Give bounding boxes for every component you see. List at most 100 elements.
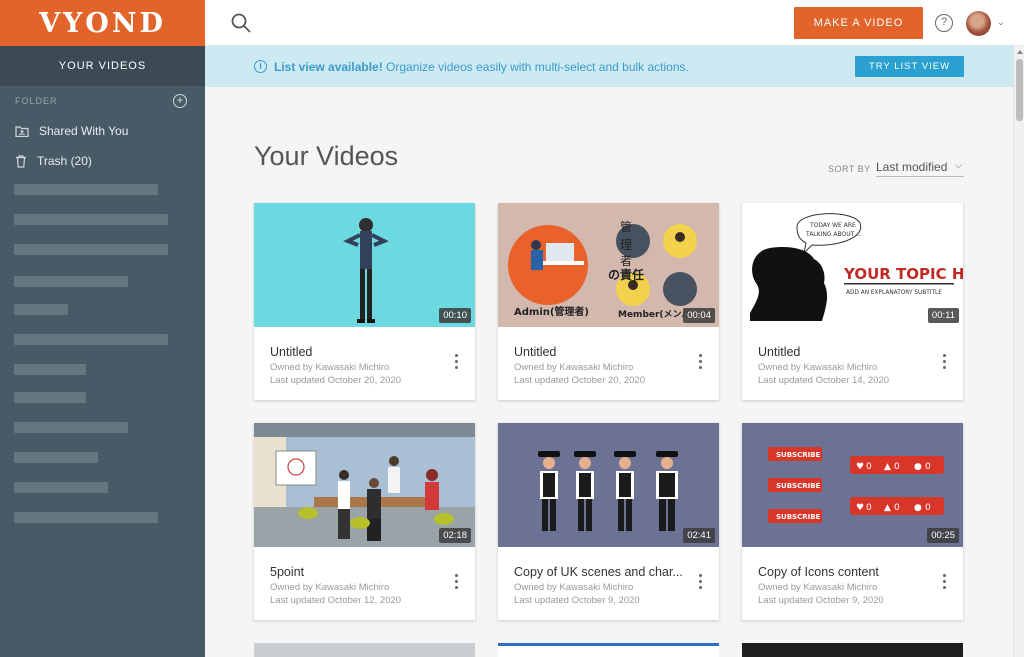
redacted-folder[interactable] (14, 334, 168, 345)
video-card-partial[interactable] (742, 643, 963, 657)
redacted-folder[interactable] (14, 304, 68, 315)
video-card[interactable]: 00:10 Untitled Owned by Kawasaki Michiro… (254, 203, 475, 400)
scroll-up-arrow-icon[interactable] (1017, 50, 1023, 54)
duration-badge: 00:11 (927, 308, 959, 323)
duration-badge: 00:25 (927, 528, 959, 543)
video-card-partial[interactable] (254, 643, 475, 657)
svg-text:▲: ▲ (884, 462, 891, 472)
redacted-folder[interactable] (14, 482, 108, 493)
video-updated: Last updated October 20, 2020 (270, 375, 401, 386)
video-owner: Owned by Kawasaki Michiro (514, 582, 634, 593)
sidebar-item-shared[interactable]: Shared With You (0, 116, 205, 146)
video-owner: Owned by Kawasaki Michiro (758, 362, 878, 373)
thumb-text: 理 (620, 238, 632, 252)
thumb-text: SUBSCRIBE (776, 451, 821, 459)
sort-select-value: Last modified (876, 160, 948, 174)
page-title: Your Videos (254, 141, 399, 171)
redacted-folder[interactable] (14, 422, 128, 433)
more-options-icon[interactable] (696, 574, 704, 594)
redacted-folder[interactable] (14, 184, 158, 195)
thumb-text: SUBSCRIBE (776, 482, 821, 490)
video-thumbnail[interactable]: 管 理 者 の責任 Admin(管理者) Member(メンバ 00:04 (498, 203, 719, 327)
video-card[interactable]: 管 理 者 の責任 Admin(管理者) Member(メンバ 00:04 Un… (498, 203, 719, 400)
svg-text:●: ● (914, 462, 922, 472)
video-updated: Last updated October 20, 2020 (514, 375, 645, 386)
more-options-icon[interactable] (452, 574, 460, 594)
duration-badge: 02:18 (439, 528, 471, 543)
video-card-partial[interactable] (498, 643, 719, 657)
duration-badge: 00:04 (683, 308, 715, 323)
thumb-text: 0 (925, 462, 931, 472)
redacted-folder[interactable] (14, 452, 98, 463)
redacted-folder[interactable] (14, 214, 168, 225)
svg-text:▲: ▲ (884, 503, 891, 513)
plus-circle-icon[interactable]: + (173, 94, 187, 108)
list-view-banner: i List view available! Organize videos e… (205, 46, 1013, 87)
thumb-text: 0 (894, 503, 900, 513)
video-updated: Last updated October 9, 2020 (514, 595, 640, 606)
info-icon: i (254, 60, 267, 73)
redacted-folder[interactable] (14, 512, 158, 523)
logo-bar[interactable]: VYOND (0, 0, 205, 46)
video-owner: Owned by Kawasaki Michiro (514, 362, 634, 373)
scrollbar-thumb[interactable] (1016, 59, 1023, 121)
thumb-text: TODAY WE ARE (809, 222, 856, 229)
banner-message: List view available! Organize videos eas… (274, 60, 689, 74)
vyond-logo[interactable]: VYOND (39, 8, 166, 39)
more-options-icon[interactable] (940, 574, 948, 594)
video-card[interactable]: 02:41 Copy of UK scenes and char... Owne… (498, 423, 719, 620)
banner-text: Organize videos easily with multi-select… (382, 60, 689, 74)
redacted-folder[interactable] (14, 244, 168, 255)
sidebar-item-label: Shared With You (39, 124, 129, 138)
thumb-text: YOUR TOPIC HERE (843, 265, 963, 283)
video-card[interactable]: 02:18 5point Owned by Kawasaki Michiro L… (254, 423, 475, 620)
more-options-icon[interactable] (696, 354, 704, 374)
thumb-text: Admin(管理者) (514, 305, 589, 318)
video-updated: Last updated October 12, 2020 (270, 595, 401, 606)
video-title[interactable]: Untitled (270, 345, 450, 359)
thumb-text: SUBSCRIBE (776, 513, 821, 521)
video-thumbnail[interactable]: 02:18 (254, 423, 475, 547)
thumb-text: 0 (894, 462, 900, 472)
video-owner: Owned by Kawasaki Michiro (758, 582, 878, 593)
thumb-text: 0 (925, 503, 931, 513)
video-title[interactable]: 5point (270, 565, 450, 579)
top-bar: MAKE A VIDEO ? ⌄ (205, 0, 1024, 46)
folder-header: FOLDER + (0, 86, 205, 116)
avatar[interactable] (966, 11, 991, 36)
duration-badge: 02:41 (683, 528, 715, 543)
scrollbar[interactable] (1013, 46, 1024, 657)
sort-by-label: SORT BY (828, 164, 871, 174)
redacted-folder[interactable] (14, 392, 86, 403)
sort-select[interactable]: Last modified ⌵ (876, 160, 964, 177)
sidebar-item-trash[interactable]: Trash (20) (0, 146, 205, 176)
video-title[interactable]: Copy of Icons content (758, 565, 938, 579)
redacted-folder[interactable] (14, 364, 86, 375)
video-card[interactable]: SUBSCRIBE SUBSCRIBE SUBSCRIBE ♥ 0 ▲ 0 ● 0 ♥… (742, 423, 963, 620)
search-icon[interactable] (230, 12, 252, 34)
tab-your-videos[interactable]: YOUR VIDEOS (0, 46, 205, 86)
redacted-folder[interactable] (14, 276, 128, 287)
more-options-icon[interactable] (452, 354, 460, 374)
chevron-down-icon[interactable]: ⌄ (997, 17, 1005, 28)
video-title[interactable]: Untitled (758, 345, 938, 359)
duration-badge: 00:10 (439, 308, 471, 323)
try-list-view-button[interactable]: TRY LIST VIEW (855, 56, 964, 77)
thumb-text: の責任 (608, 267, 644, 282)
sidebar-item-label: Trash (20) (37, 154, 92, 168)
video-thumbnail[interactable]: 00:10 (254, 203, 475, 327)
folder-label: FOLDER (15, 96, 58, 106)
video-updated: Last updated October 9, 2020 (758, 595, 884, 606)
video-updated: Last updated October 14, 2020 (758, 375, 889, 386)
video-owner: Owned by Kawasaki Michiro (270, 582, 390, 593)
video-thumbnail[interactable]: 02:41 (498, 423, 719, 547)
more-options-icon[interactable] (940, 354, 948, 374)
video-title[interactable]: Copy of UK scenes and char... (514, 565, 694, 579)
video-title[interactable]: Untitled (514, 345, 694, 359)
help-icon[interactable]: ? (935, 14, 953, 32)
make-a-video-button[interactable]: MAKE A VIDEO (794, 7, 923, 39)
video-thumbnail[interactable]: SUBSCRIBE SUBSCRIBE SUBSCRIBE ♥ 0 ▲ 0 ● 0 ♥… (742, 423, 963, 547)
video-thumbnail[interactable]: TODAY WE ARE TALKING ABOUT ... YOUR TOPI… (742, 203, 963, 327)
banner-bold-text: List view available! (274, 60, 383, 74)
video-card[interactable]: TODAY WE ARE TALKING ABOUT ... YOUR TOPI… (742, 203, 963, 400)
